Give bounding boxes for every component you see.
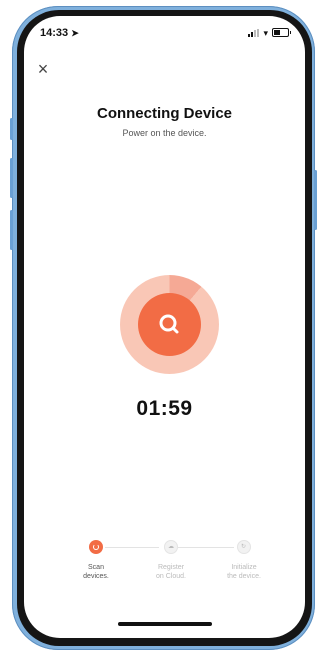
page-title: Connecting Device (96, 105, 233, 122)
home-indicator[interactable] (118, 622, 212, 626)
step-label-line: Register (157, 564, 185, 571)
step-label-line: devices. (83, 573, 109, 580)
wifi-icon: ▾ (263, 27, 268, 38)
battery-icon (272, 28, 291, 37)
close-button[interactable]: × (34, 60, 52, 78)
close-icon: × (37, 59, 49, 79)
status-time-text: 14:33 (40, 27, 69, 39)
step-indicator-initialize: ↻ (237, 540, 251, 554)
step-label-scan: Scan devices. (66, 563, 126, 581)
step-connector (105, 547, 159, 548)
signal-icon (248, 28, 260, 37)
location-arrow-icon: ➤ (71, 28, 79, 38)
step-label-initialize: Initialize the device. (214, 563, 274, 581)
power-button (314, 170, 317, 230)
step-indicator-register: ☁ (164, 540, 178, 554)
step-label-line: Scan (88, 564, 104, 571)
step-label-line: the device. (227, 573, 261, 580)
step-label-line: Initialize (231, 564, 257, 571)
step-connector (178, 547, 234, 548)
status-time: 14:33 ➤ (40, 27, 79, 39)
volume-up-button (10, 158, 13, 198)
volume-down-button (10, 210, 13, 250)
search-icon (159, 314, 179, 334)
mute-switch (10, 118, 13, 140)
refresh-icon: ↻ (241, 544, 247, 550)
screen: 14:33 ➤ ▾ × Connecting Device Power on t… (24, 16, 305, 638)
step-label-line: on Cloud. (156, 573, 186, 580)
countdown-timer: 01:59 (136, 397, 193, 420)
step-label-register: Register on Cloud. (141, 563, 201, 581)
step-indicator-scan (89, 540, 103, 554)
status-icons: ▾ (248, 27, 291, 38)
page-subtitle: Power on the device. (122, 128, 207, 138)
cloud-icon: ☁ (168, 544, 174, 550)
